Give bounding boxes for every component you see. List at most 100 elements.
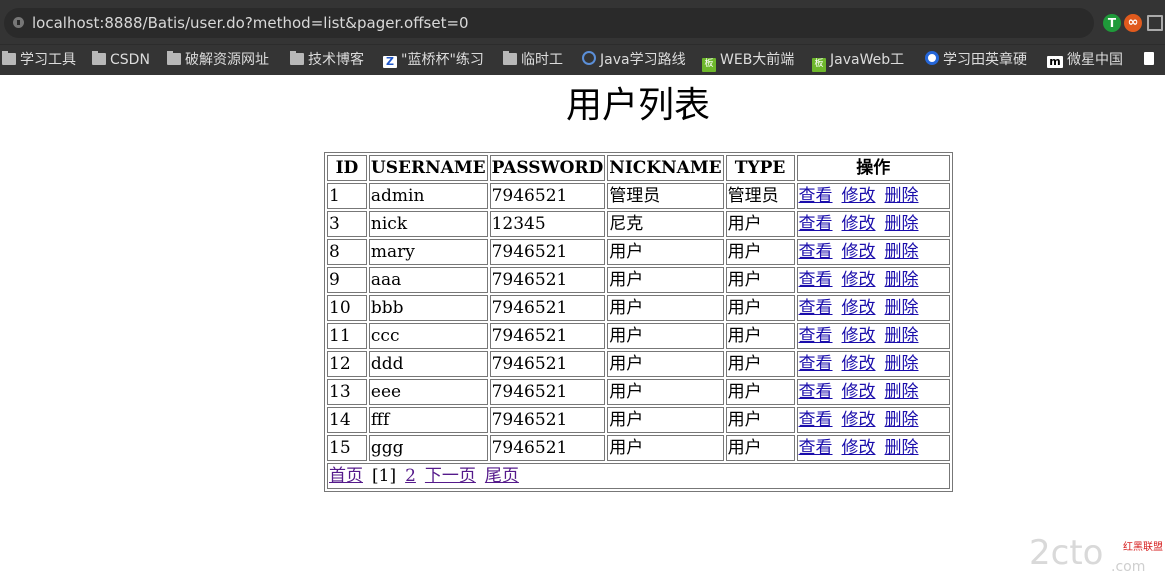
cell-nickname: 用户 xyxy=(607,379,724,405)
edit-link[interactable]: 修改 xyxy=(842,382,876,402)
qr-code-icon[interactable] xyxy=(1147,15,1163,31)
cell-id: 9 xyxy=(327,267,367,293)
bookmark-item[interactable]: 学习田英章硬 xyxy=(925,50,1027,70)
delete-link[interactable]: 删除 xyxy=(885,326,919,346)
table-row: 8 mary 7946521 用户 用户 查看 修改 删除 xyxy=(327,239,950,265)
bookmark-item[interactable]: 板 JavaWeb工 xyxy=(812,50,904,72)
bookmark-item[interactable]: Java学习路线 xyxy=(582,50,686,70)
cell-password: 7946521 xyxy=(489,239,606,265)
cell-type: 用户 xyxy=(725,379,795,405)
cell-actions: 查看 修改 删除 xyxy=(796,407,950,433)
cell-actions: 查看 修改 删除 xyxy=(796,323,950,349)
folder-icon xyxy=(2,51,16,65)
watermark-domain: .com xyxy=(1111,559,1145,574)
bookmark-item[interactable] xyxy=(1144,50,1158,70)
table-row: 11 ccc 7946521 用户 用户 查看 修改 删除 xyxy=(327,323,950,349)
delete-link[interactable]: 删除 xyxy=(885,270,919,290)
bookmark-item[interactable]: 技术博客 xyxy=(290,50,364,70)
view-link[interactable]: 查看 xyxy=(799,354,833,374)
table-row: 1 admin 7946521 管理员 管理员 查看 修改 删除 xyxy=(327,183,950,209)
edit-link[interactable]: 修改 xyxy=(842,186,876,206)
cell-type: 用户 xyxy=(725,351,795,377)
delete-link[interactable]: 删除 xyxy=(885,438,919,458)
circle-icon xyxy=(925,51,939,65)
edit-link[interactable]: 修改 xyxy=(842,438,876,458)
delete-link[interactable]: 删除 xyxy=(885,214,919,234)
folder-icon xyxy=(503,51,517,65)
delete-link[interactable]: 删除 xyxy=(885,186,919,206)
cell-nickname: 用户 xyxy=(607,267,724,293)
edit-link[interactable]: 修改 xyxy=(842,298,876,318)
lanqiao-icon: Z xyxy=(383,56,397,68)
pager-first-link[interactable]: 首页 xyxy=(329,466,363,486)
cell-id: 13 xyxy=(327,379,367,405)
translate-extension-icon[interactable]: T xyxy=(1103,14,1121,32)
delete-link[interactable]: 删除 xyxy=(885,298,919,318)
site-icon: 板 xyxy=(812,58,826,72)
view-link[interactable]: 查看 xyxy=(799,298,833,318)
edit-link[interactable]: 修改 xyxy=(842,410,876,430)
edit-link[interactable]: 修改 xyxy=(842,354,876,374)
table-row: 3 nick 12345 尼克 用户 查看 修改 删除 xyxy=(327,211,950,237)
bookmark-item[interactable]: CSDN xyxy=(92,50,150,70)
view-link[interactable]: 查看 xyxy=(799,186,833,206)
view-link[interactable]: 查看 xyxy=(799,270,833,290)
pager-row: 首页 [1] 2 下一页 尾页 xyxy=(327,463,950,489)
edit-link[interactable]: 修改 xyxy=(842,326,876,346)
url-text[interactable]: localhost:8888/Batis/user.do?method=list… xyxy=(32,14,469,32)
cell-nickname: 用户 xyxy=(607,435,724,461)
view-link[interactable]: 查看 xyxy=(799,326,833,346)
pager-current-page: [1] xyxy=(372,466,397,486)
cell-username: aaa xyxy=(368,267,488,293)
address-bar[interactable]: localhost:8888/Batis/user.do?method=list… xyxy=(4,8,1094,38)
document-icon xyxy=(1144,52,1154,65)
view-link[interactable]: 查看 xyxy=(799,242,833,262)
cell-username: fff xyxy=(368,407,488,433)
page-info-icon[interactable] xyxy=(13,17,24,28)
bookmarks-bar: 学习工具 CSDN 破解资源网址 技术博客 Z "蓝桥杯"练习 临时工 Java学… xyxy=(0,44,1165,75)
delete-link[interactable]: 删除 xyxy=(885,242,919,262)
table-row: 14 fff 7946521 用户 用户 查看 修改 删除 xyxy=(327,407,950,433)
page-title: 用户列表 xyxy=(565,85,710,126)
table-header-row: ID USERNAME PASSWORD NICKNAME TYPE 操作 xyxy=(327,155,950,181)
bookmark-item[interactable]: 板 WEB大前端 xyxy=(702,50,794,72)
folder-icon xyxy=(290,51,304,65)
watermark-brand: 2cto xyxy=(1029,533,1103,573)
folder-icon xyxy=(92,51,106,65)
view-link[interactable]: 查看 xyxy=(799,382,833,402)
cell-nickname: 用户 xyxy=(607,407,724,433)
pager-next-link[interactable]: 下一页 xyxy=(425,466,476,486)
bookmark-item[interactable]: 临时工 xyxy=(503,50,563,70)
cell-username: nick xyxy=(368,211,488,237)
bookmark-item[interactable]: 破解资源网址 xyxy=(167,50,269,70)
bookmark-item[interactable]: Z "蓝桥杯"练习 xyxy=(383,50,484,70)
cell-actions: 查看 修改 删除 xyxy=(796,183,950,209)
column-header-type: TYPE xyxy=(725,155,795,181)
delete-link[interactable]: 删除 xyxy=(885,354,919,374)
table-row: 9 aaa 7946521 用户 用户 查看 修改 删除 xyxy=(327,267,950,293)
column-header-id: ID xyxy=(327,155,367,181)
cell-id: 3 xyxy=(327,211,367,237)
cell-username: ccc xyxy=(368,323,488,349)
pager-last-link[interactable]: 尾页 xyxy=(485,466,519,486)
view-link[interactable]: 查看 xyxy=(799,410,833,430)
edit-link[interactable]: 修改 xyxy=(842,214,876,234)
cell-actions: 查看 修改 删除 xyxy=(796,351,950,377)
bookmark-item[interactable]: 学习工具 xyxy=(2,50,76,70)
pager-page-2-link[interactable]: 2 xyxy=(405,466,416,486)
infinity-extension-icon[interactable]: ∞ xyxy=(1124,14,1142,32)
view-link[interactable]: 查看 xyxy=(799,214,833,234)
cell-actions: 查看 修改 删除 xyxy=(796,239,950,265)
browser-toolbar: localhost:8888/Batis/user.do?method=list… xyxy=(0,0,1165,44)
bookmark-item[interactable]: m 微星中国 xyxy=(1047,50,1123,70)
delete-link[interactable]: 删除 xyxy=(885,410,919,430)
view-link[interactable]: 查看 xyxy=(799,438,833,458)
cell-username: mary xyxy=(368,239,488,265)
cell-id: 10 xyxy=(327,295,367,321)
cell-password: 7946521 xyxy=(489,183,606,209)
delete-link[interactable]: 删除 xyxy=(885,382,919,402)
edit-link[interactable]: 修改 xyxy=(842,270,876,290)
column-header-actions: 操作 xyxy=(796,155,950,181)
edit-link[interactable]: 修改 xyxy=(842,242,876,262)
watermark-tagline: 红黑联盟 xyxy=(1123,540,1163,553)
